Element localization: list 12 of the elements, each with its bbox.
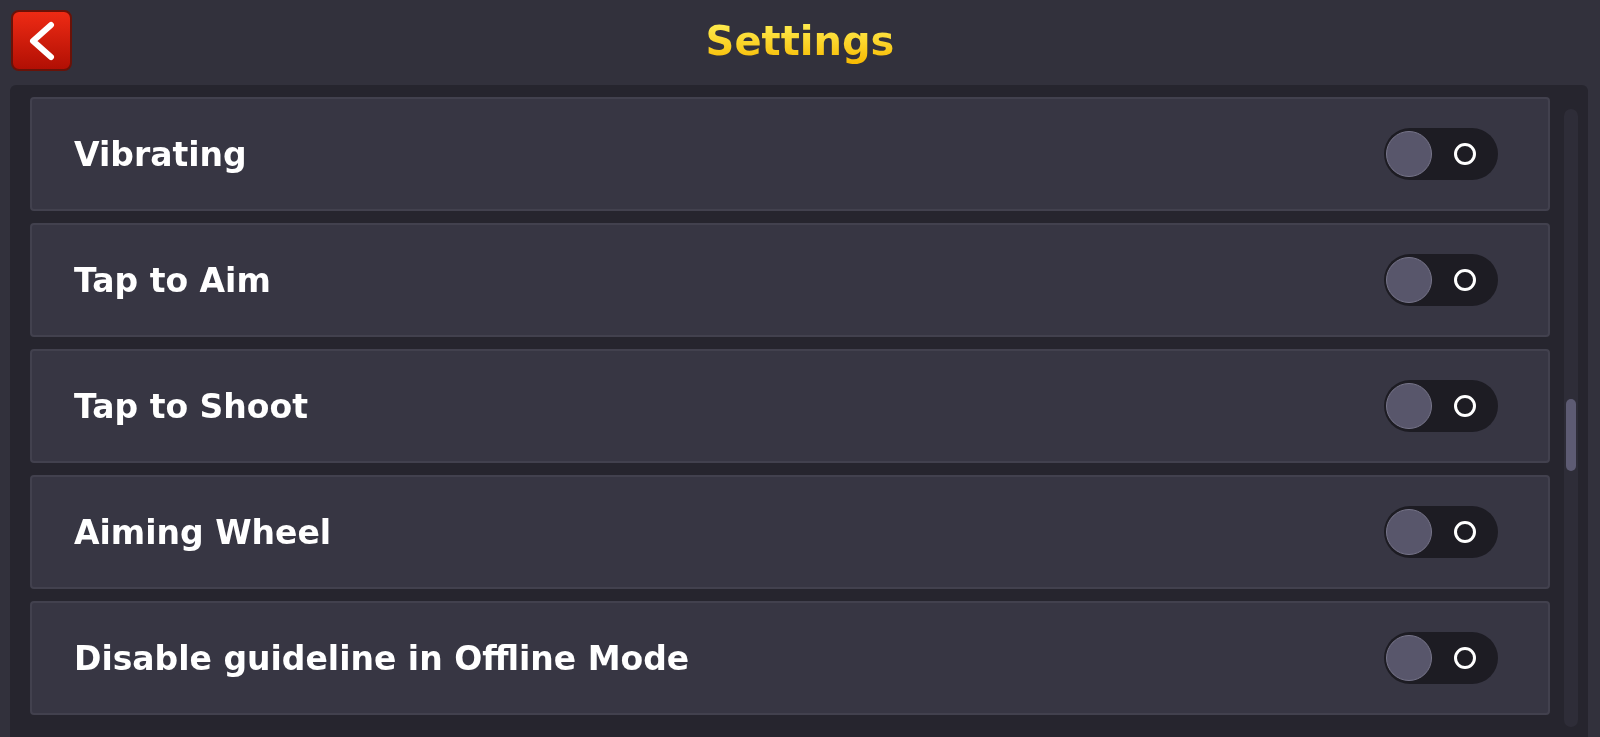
- toggle-switch[interactable]: [1384, 506, 1498, 558]
- toggle-switch[interactable]: [1384, 380, 1498, 432]
- back-button[interactable]: [11, 10, 72, 71]
- toggle-switch[interactable]: [1384, 128, 1498, 180]
- setting-label: Tap to Shoot: [74, 386, 308, 426]
- setting-label: Disable guideline in Offline Mode: [74, 638, 690, 678]
- setting-label: Aiming Wheel: [74, 512, 332, 552]
- toggle-switch[interactable]: [1384, 254, 1498, 306]
- setting-label: Tap to Aim: [74, 260, 271, 300]
- setting-label: Vibrating: [74, 134, 247, 174]
- scrollbar-thumb[interactable]: [1566, 399, 1576, 471]
- toggle-switch[interactable]: [1384, 632, 1498, 684]
